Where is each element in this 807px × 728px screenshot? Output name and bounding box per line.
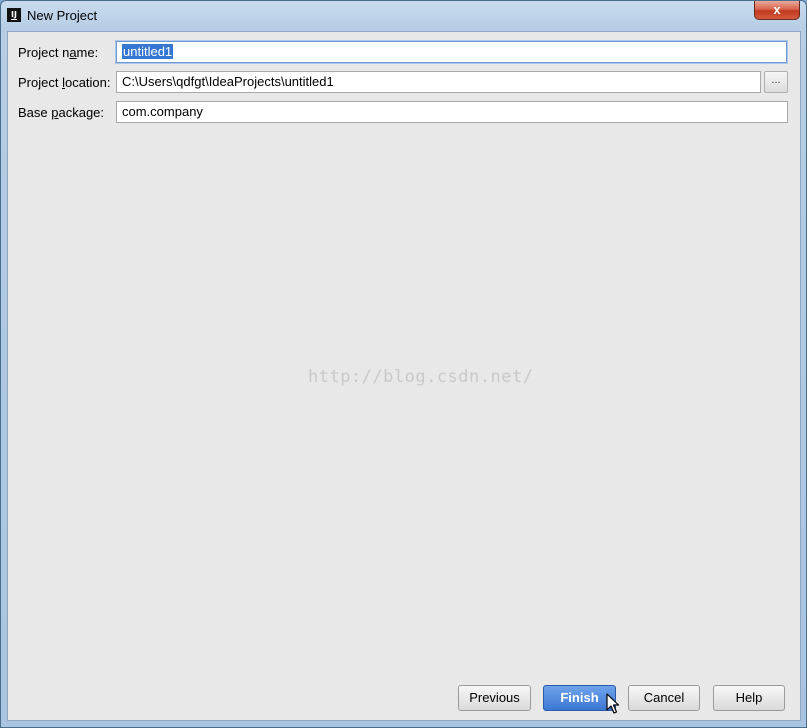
help-button[interactable]: Help <box>713 685 785 711</box>
mouse-cursor-icon <box>606 693 620 714</box>
browse-location-button[interactable]: ... <box>764 71 788 93</box>
project-location-value: C:\Users\qdfgt\IdeaProjects\untitled1 <box>122 74 334 89</box>
base-package-input[interactable]: com.company <box>116 101 788 123</box>
project-name-value: untitled1 <box>122 44 174 59</box>
previous-button[interactable]: Previous <box>458 685 531 711</box>
close-button[interactable]: x <box>754 1 800 20</box>
base-package-label: Base package: <box>18 105 105 120</box>
project-name-label: Project name: <box>18 45 99 60</box>
project-location-input[interactable]: C:\Users\qdfgt\IdeaProjects\untitled1 <box>116 71 761 93</box>
title-bar[interactable]: IJ New Project x <box>1 1 806 31</box>
watermark-text: http://blog.csdn.net/ <box>308 367 534 387</box>
project-location-label: Project location: <box>18 75 111 90</box>
close-icon: x <box>773 2 781 17</box>
cancel-button[interactable]: Cancel <box>628 685 700 711</box>
base-package-value: com.company <box>122 104 203 119</box>
project-name-input[interactable]: untitled1 <box>116 41 787 63</box>
ellipsis-icon: ... <box>771 74 781 86</box>
window-title: New Project <box>27 8 98 23</box>
intellij-app-icon: IJ <box>7 8 21 22</box>
new-project-dialog: IJ New Project x Project name: untitled1… <box>0 0 807 728</box>
dialog-content: Project name: untitled1 Project location… <box>7 31 801 721</box>
